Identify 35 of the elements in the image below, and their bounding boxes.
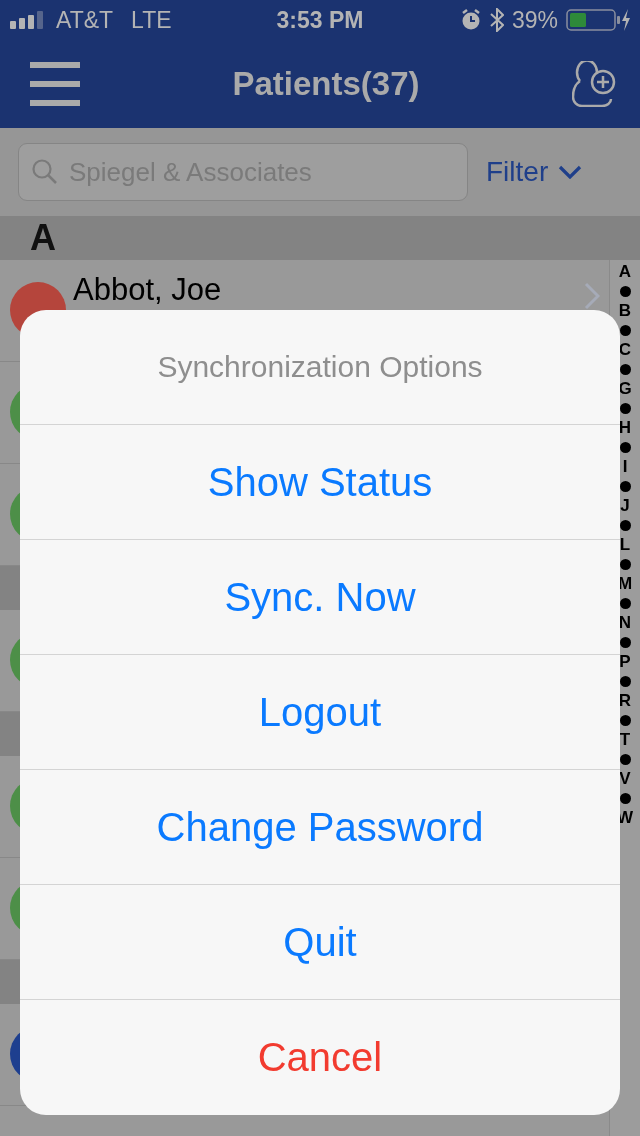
chevron-down-icon [558, 165, 583, 179]
clock-time: 3:53 PM [276, 6, 364, 34]
option-button[interactable]: Quit [20, 885, 620, 1000]
patient-name[interactable]: Abbot, Joe [73, 272, 222, 308]
screen-title: Patients(37) [232, 65, 420, 103]
index-letter[interactable]: H [618, 420, 632, 436]
index-letter[interactable]: P [619, 654, 631, 670]
index-letter[interactable]: A [618, 264, 632, 280]
battery-percent: 39% [511, 6, 558, 34]
add-person-icon[interactable] [572, 61, 616, 107]
index-letter[interactable]: R [618, 693, 632, 709]
index-letter[interactable]: C [618, 342, 632, 358]
carrier-name: AT&T [56, 6, 114, 34]
index-letter[interactable]: L [619, 537, 631, 553]
search-icon [32, 159, 58, 185]
index-letter[interactable]: N [618, 615, 632, 631]
chevron-right-icon [584, 282, 600, 310]
index-letter[interactable]: B [618, 303, 632, 319]
index-letter[interactable]: T [619, 732, 631, 748]
cancel-button[interactable]: Cancel [20, 1000, 620, 1115]
sheet-title: Synchronization Options [20, 310, 620, 425]
option-button[interactable]: Sync. Now [20, 540, 620, 655]
index-letter[interactable]: V [619, 771, 631, 787]
dot-icon [619, 325, 631, 336]
index-letter[interactable]: I [622, 459, 628, 475]
option-button[interactable]: Change Password [20, 770, 620, 885]
option-button[interactable]: Logout [20, 655, 620, 770]
dot-icon [619, 286, 631, 297]
network-type: LTE [131, 6, 172, 34]
index-letter[interactable]: J [620, 498, 630, 514]
section-letter: A [30, 217, 56, 259]
bluetooth-icon [489, 8, 504, 32]
menu-icon[interactable] [30, 62, 80, 106]
battery-icon [566, 8, 630, 32]
option-button[interactable]: Show Status [20, 425, 620, 540]
